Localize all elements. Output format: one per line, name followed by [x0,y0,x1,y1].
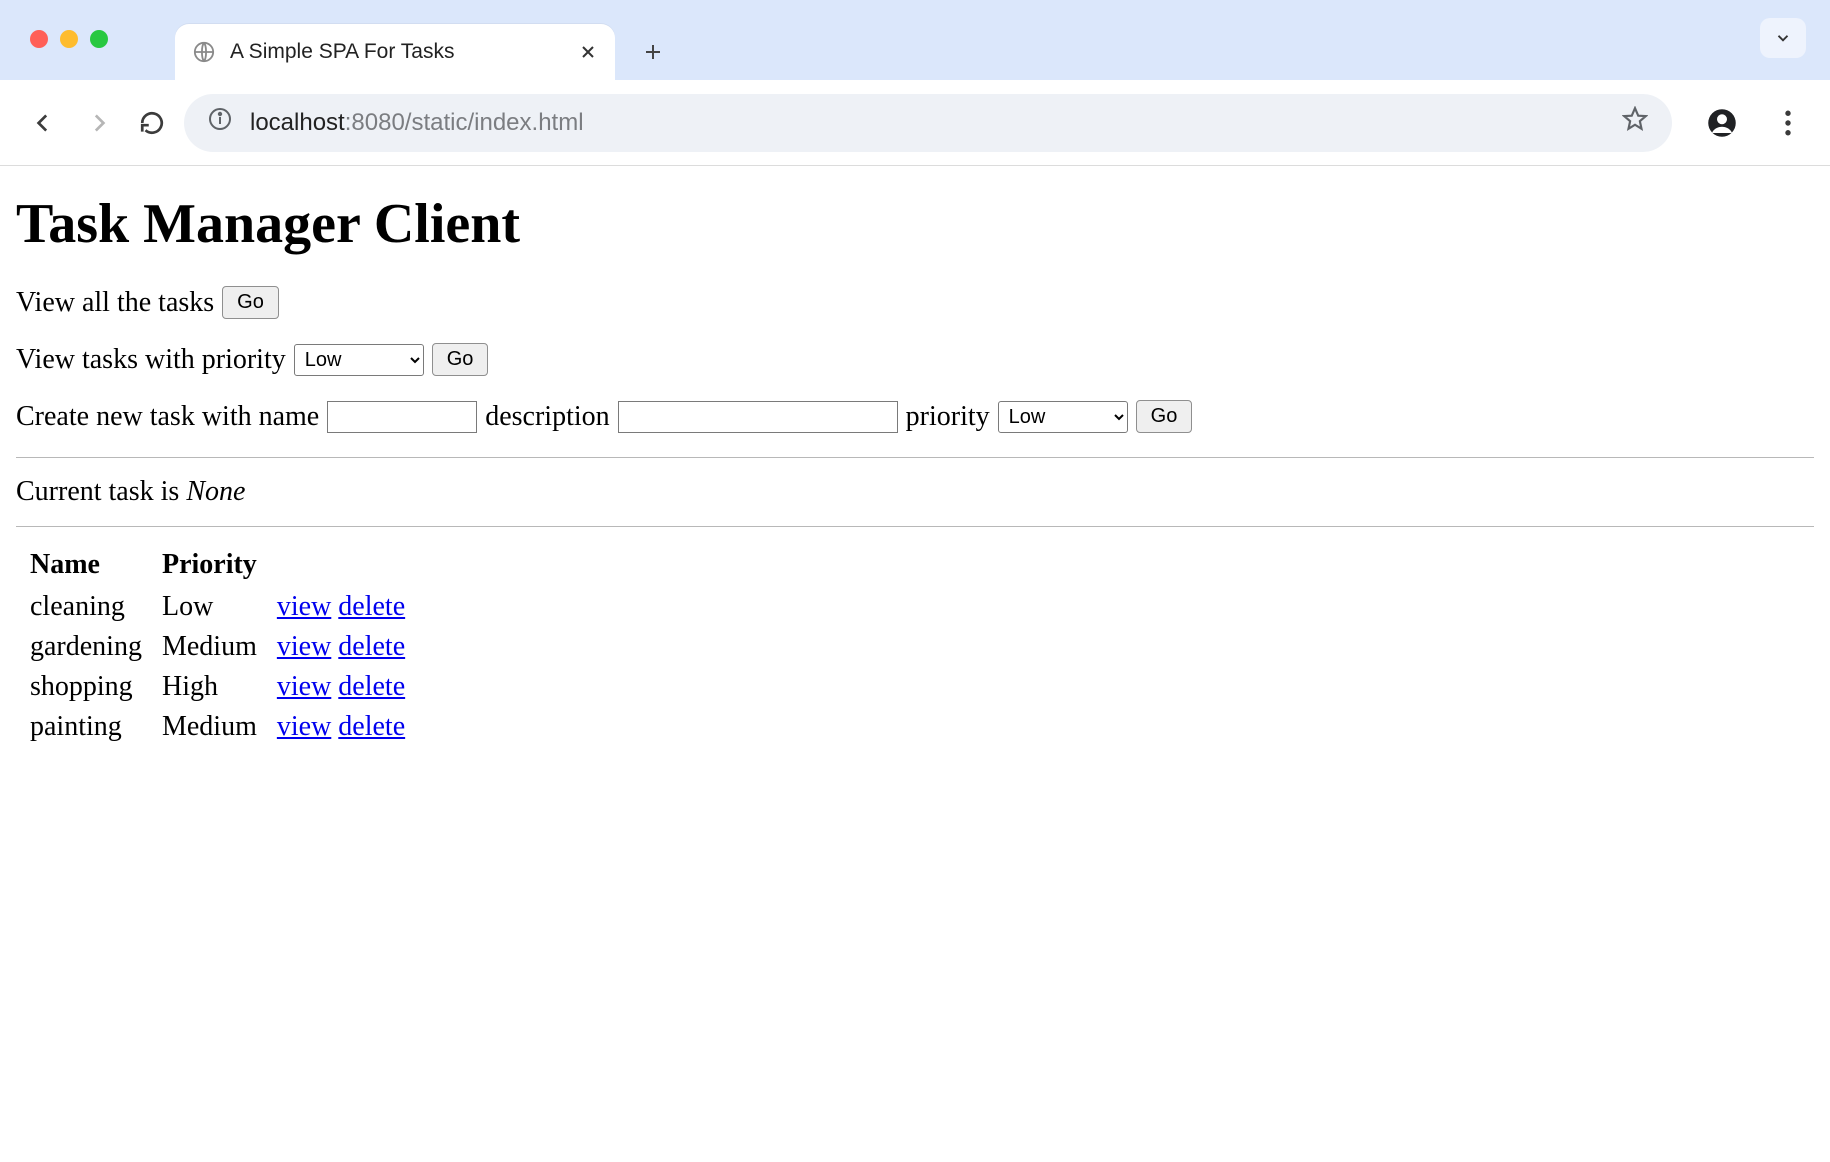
create-go-button[interactable]: Go [1136,400,1193,433]
col-header-priority: Priority [152,545,267,587]
cell-actions: view delete [267,667,415,707]
browser-tab-strip: A Simple SPA For Tasks [0,0,1830,80]
table-row: shoppingHighview delete [20,667,415,707]
view-all-go-button[interactable]: Go [222,286,279,319]
delete-link[interactable]: delete [338,591,405,622]
col-header-actions [267,545,415,587]
create-priority-select[interactable]: LowMediumHigh [998,401,1128,433]
divider [16,526,1814,527]
bookmark-star-icon[interactable] [1622,106,1648,139]
current-task-value: None [186,476,245,507]
view-all-label: View all the tasks [16,287,214,319]
tab-title: A Simple SPA For Tasks [230,40,564,64]
view-link[interactable]: view [277,711,331,742]
delete-link[interactable]: delete [338,671,405,702]
back-button[interactable] [22,101,66,145]
view-priority-label: View tasks with priority [16,344,286,376]
window-zoom-icon[interactable] [90,30,108,48]
col-header-name: Name [20,545,152,587]
profile-icon[interactable] [1702,103,1742,143]
reload-button[interactable] [130,101,174,145]
view-link[interactable]: view [277,671,331,702]
view-all-row: View all the tasks Go [16,286,1814,319]
view-priority-select[interactable]: LowMediumHigh [294,344,424,376]
divider [16,457,1814,458]
window-close-icon[interactable] [30,30,48,48]
create-priority-label: priority [906,401,990,433]
create-description-input[interactable] [618,401,898,433]
table-row: gardeningMediumview delete [20,627,415,667]
cell-actions: view delete [267,587,415,627]
page-content: Task Manager Client View all the tasks G… [0,166,1830,757]
cell-name: painting [20,707,152,747]
create-description-label: description [485,401,609,433]
current-task-prefix: Current task is [16,476,186,507]
current-task-line: Current task is None [16,476,1814,508]
globe-icon [193,41,215,63]
url-host: localhost [250,109,345,137]
address-bar[interactable]: localhost:8080/static/index.html [184,94,1672,152]
view-link[interactable]: view [277,591,331,622]
cell-name: shopping [20,667,152,707]
cell-priority: Low [152,587,267,627]
delete-link[interactable]: delete [338,711,405,742]
create-name-input[interactable] [327,401,477,433]
window-controls [30,30,108,48]
delete-link[interactable]: delete [338,631,405,662]
table-row: paintingMediumview delete [20,707,415,747]
view-link[interactable]: view [277,631,331,662]
tabs-overflow-button[interactable] [1760,18,1806,58]
table-row: cleaningLowview delete [20,587,415,627]
create-task-row: Create new task with name description pr… [16,400,1814,433]
site-info-icon[interactable] [208,107,232,138]
create-name-label: Create new task with name [16,401,319,433]
kebab-menu-icon[interactable] [1768,103,1808,143]
window-minimize-icon[interactable] [60,30,78,48]
cell-priority: Medium [152,707,267,747]
cell-priority: High [152,667,267,707]
close-icon[interactable] [579,43,597,61]
page-title: Task Manager Client [16,192,1814,256]
cell-name: cleaning [20,587,152,627]
cell-actions: view delete [267,707,415,747]
cell-actions: view delete [267,627,415,667]
cell-name: gardening [20,627,152,667]
browser-tab[interactable]: A Simple SPA For Tasks [175,24,615,80]
view-priority-row: View tasks with priority LowMediumHigh G… [16,343,1814,376]
view-priority-go-button[interactable]: Go [432,343,489,376]
cell-priority: Medium [152,627,267,667]
url-path: :8080/static/index.html [345,109,584,137]
task-table: Name Priority cleaningLowview deletegard… [20,545,415,747]
url-text: localhost:8080/static/index.html [250,109,584,137]
toolbar-right [1702,103,1808,143]
browser-toolbar: localhost:8080/static/index.html [0,80,1830,166]
new-tab-button[interactable] [625,24,681,80]
forward-button[interactable] [76,101,120,145]
